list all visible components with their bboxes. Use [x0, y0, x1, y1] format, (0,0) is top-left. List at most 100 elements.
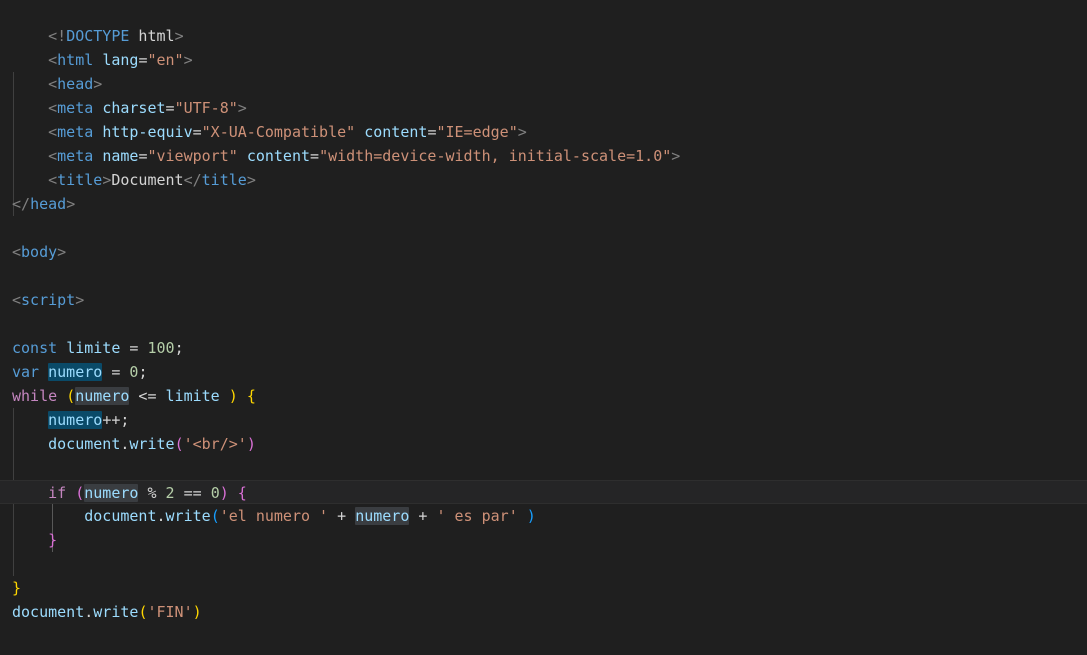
token-operator-plus: +	[328, 507, 356, 525]
code-line[interactable]: document.write('<br/>')	[0, 432, 1087, 456]
token-paren-close: )	[246, 435, 256, 453]
token-punctuation: >	[237, 99, 247, 117]
code-editor[interactable]: <!DOCTYPE html> <html lang="en"> <head> …	[0, 0, 1087, 655]
code-line-blank[interactable]	[0, 216, 1087, 240]
token-attr-content: content	[246, 147, 311, 165]
code-line[interactable]: }	[0, 528, 1087, 552]
token-paren-open: (	[174, 435, 184, 453]
code-line[interactable]: <body>	[0, 240, 1087, 264]
token-attr-value: "viewport"	[147, 147, 238, 165]
token-paren-close: )	[219, 484, 229, 502]
code-line[interactable]: while (numero <= limite ) {	[0, 384, 1087, 408]
token-object-document: document	[48, 435, 121, 453]
token-punctuation: >	[102, 171, 112, 189]
token-semicolon: ;	[120, 411, 130, 429]
code-line-blank[interactable]	[0, 552, 1087, 576]
token-identifier-numero-occurrence: numero	[84, 484, 139, 502]
token-punctuation: >	[517, 123, 527, 141]
token-string: '<br/>'	[183, 435, 247, 453]
token-tag-meta: meta	[57, 147, 94, 165]
token-tag-meta: meta	[57, 99, 94, 117]
code-line[interactable]: document.write('FIN')	[0, 600, 1087, 624]
token-brace-close: }	[12, 579, 22, 597]
token-attr-http-equiv: http-equiv	[102, 123, 193, 141]
token-equals: =	[192, 123, 202, 141]
token-paren-open: (	[210, 507, 220, 525]
code-line[interactable]: <title>Document</title>	[0, 168, 1087, 192]
code-line-blank[interactable]	[0, 456, 1087, 480]
code-line[interactable]: <meta name="viewport" content="width=dev…	[0, 144, 1087, 168]
code-line[interactable]: <meta charset="UTF-8">	[0, 96, 1087, 120]
token-string: 'el numero '	[219, 507, 329, 525]
token-object-document: document	[12, 603, 85, 621]
token-operator-assign: =	[102, 363, 130, 381]
token-semicolon: ;	[138, 363, 148, 381]
token-operator-lte: <=	[129, 387, 166, 405]
code-line[interactable]: numero++;	[0, 408, 1087, 432]
code-line-blank[interactable]	[0, 264, 1087, 288]
token-punctuation: <	[12, 243, 22, 261]
code-line[interactable]: <meta http-equiv="X-UA-Compatible" conte…	[0, 120, 1087, 144]
token-attr-name: name	[102, 147, 139, 165]
token-dot: .	[156, 507, 166, 525]
code-line-blank[interactable]	[0, 72, 1087, 96]
token-punctuation: <	[12, 291, 22, 309]
code-line[interactable]: var numero = 0;	[0, 360, 1087, 384]
token-punctuation: <	[48, 99, 58, 117]
token-punctuation: <	[48, 123, 58, 141]
code-line[interactable]: <html lang="en">	[0, 24, 1087, 69]
token-keyword-if: if	[48, 484, 67, 502]
token-attr-value: "IE=edge"	[436, 123, 518, 141]
token-punctuation: >	[66, 195, 76, 213]
token-attr-value: "X-UA-Compatible"	[201, 123, 356, 141]
token-string: 'FIN'	[147, 603, 193, 621]
token-punctuation: >	[75, 291, 85, 309]
token-brace-close: }	[48, 531, 58, 549]
token-punctuation: </	[12, 195, 31, 213]
token-method-write: write	[129, 435, 175, 453]
code-line[interactable]: document.write('el numero ' + numero + '…	[0, 504, 1087, 528]
token-punctuation: >	[246, 171, 256, 189]
token-attr-value: "UTF-8"	[174, 99, 238, 117]
token-tag-title: title	[201, 171, 247, 189]
token-identifier-numero-selected: numero	[48, 363, 103, 381]
token-identifier-numero-selected: numero	[48, 411, 103, 429]
code-line[interactable]: }	[0, 576, 1087, 600]
token-keyword-var: var	[12, 363, 40, 381]
code-line-current[interactable]: if (numero % 2 == 0) {	[0, 480, 1087, 504]
token-attr-value: "width=device-width, initial-scale=1.0"	[319, 147, 672, 165]
token-keyword-const: const	[12, 339, 58, 357]
code-line[interactable]: </head>	[0, 192, 1087, 216]
token-number: 100	[147, 339, 175, 357]
token-identifier-numero-occurrence: numero	[355, 507, 410, 525]
token-brace-open: {	[237, 484, 247, 502]
code-line[interactable]: <script>	[0, 288, 1087, 312]
code-line-blank[interactable]	[0, 312, 1087, 336]
code-line[interactable]: <head>	[0, 48, 1087, 93]
token-object-document: document	[84, 507, 157, 525]
token-punctuation: </	[183, 171, 202, 189]
token-punctuation: <	[48, 171, 58, 189]
token-operator-modulo: %	[138, 484, 166, 502]
token-punctuation: >	[57, 243, 67, 261]
token-equals: =	[165, 99, 175, 117]
token-identifier-numero-occurrence: numero	[75, 387, 130, 405]
token-paren-open: (	[66, 387, 76, 405]
token-title-text: Document	[111, 171, 184, 189]
token-tag-title: title	[57, 171, 103, 189]
code-line[interactable]: <!DOCTYPE html>	[0, 0, 1087, 45]
token-number: 2	[165, 484, 175, 502]
token-equals: =	[310, 147, 320, 165]
token-dot: .	[84, 603, 94, 621]
token-punctuation: <	[48, 147, 58, 165]
code-line[interactable]: const limite = 100;	[0, 336, 1087, 360]
token-paren-close: )	[192, 603, 202, 621]
